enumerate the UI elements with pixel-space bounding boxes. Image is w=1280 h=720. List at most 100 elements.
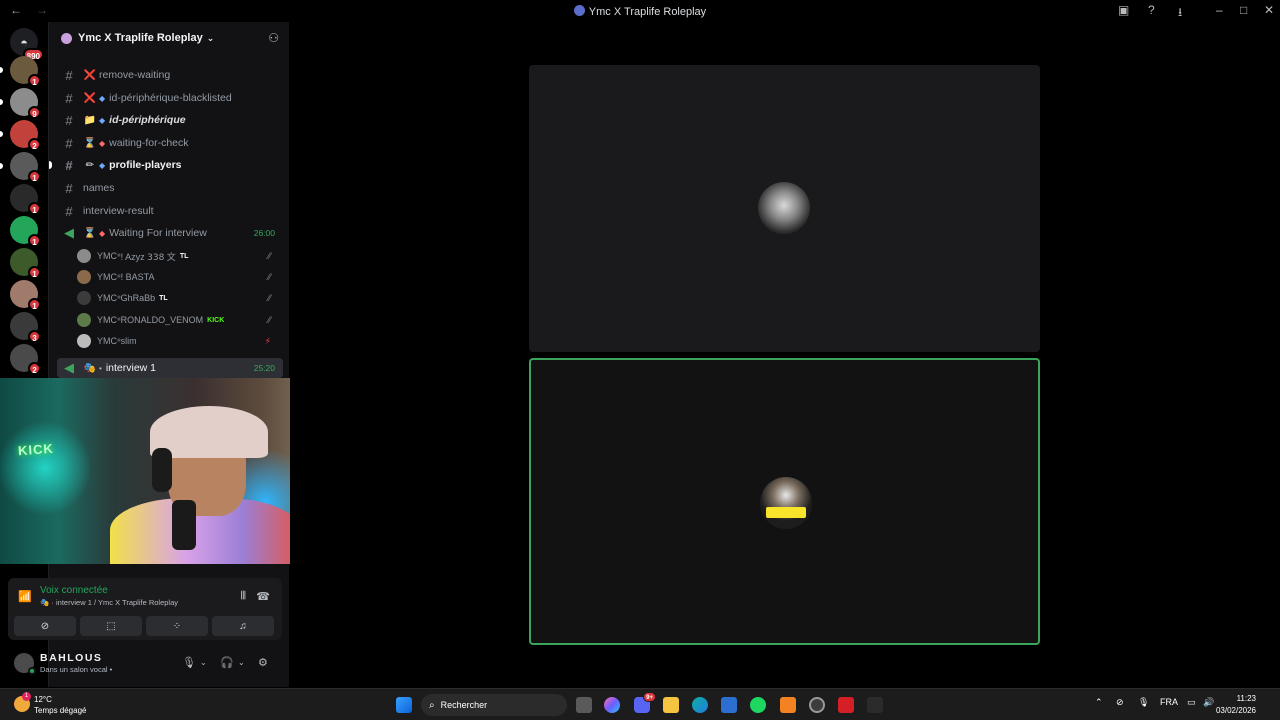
signal-icon[interactable]: 📶 [18, 590, 32, 603]
user-name: RONALDO_VENOM [120, 315, 204, 325]
voice-stage [290, 22, 1280, 687]
maximize-icon[interactable]: □ [1240, 3, 1247, 17]
back-arrow-icon[interactable]: ← [10, 3, 22, 17]
store-icon[interactable] [721, 697, 737, 713]
volume-icon[interactable]: 🔊 [1203, 697, 1214, 708]
camera-off-button[interactable]: ⊘ [14, 616, 76, 636]
edge-icon[interactable] [692, 697, 708, 713]
avatar [77, 249, 91, 263]
home-button[interactable]: ◓ 890 [10, 28, 44, 61]
activities-button[interactable]: ⁘ [146, 616, 208, 636]
user-prefix: YMC [97, 251, 117, 261]
discord-icon[interactable]: 9+ [634, 692, 656, 713]
server-icon[interactable]: 1 [10, 184, 41, 215]
monitor-icon[interactable]: ▭ [1187, 697, 1196, 708]
channel-emoji-icon: 📁 [83, 114, 97, 126]
hashtag-icon: # [65, 67, 73, 83]
channel-interview-result[interactable]: # interview-result [57, 201, 283, 221]
app-icon[interactable] [867, 697, 883, 713]
voice-user[interactable]: YMC ■ RONALDO_VENOM KICK ⁄⁄ [77, 310, 283, 330]
participant-tile[interactable] [529, 65, 1040, 352]
voice-status[interactable]: Voix connectée [40, 585, 108, 596]
server-icon[interactable]: 3 [10, 312, 41, 343]
server-icon [573, 5, 585, 16]
channel-names[interactable]: # names [57, 178, 283, 198]
microphone-icon[interactable]: 🎙 [1138, 697, 1149, 708]
screen-share-icon[interactable]: ▣ [1118, 3, 1129, 17]
server-icon[interactable]: 1 [10, 152, 41, 183]
search-placeholder: Rechercher [440, 700, 488, 710]
download-icon[interactable]: ⭳ [1178, 3, 1182, 24]
start-icon[interactable] [396, 697, 412, 713]
unread-indicator [0, 99, 3, 105]
noise-suppression-icon[interactable]: 𝄃𝄃 [241, 590, 246, 603]
user-prefix: YMC [97, 336, 117, 346]
hashtag-icon: # [65, 90, 73, 106]
voice-channel-waiting[interactable]: ◀ ⌛ ◆ Waiting For interview 26:00 [57, 223, 283, 243]
voice-user[interactable]: YMC ■ GhRaBb TL ⁄⁄ [77, 288, 283, 308]
username[interactable]: BAHLOUS [40, 652, 102, 664]
channel-profile-players[interactable]: # ✏ ◆ profile-players [49, 155, 283, 175]
file-explorer-icon[interactable] [663, 697, 679, 713]
server-header[interactable]: Ymc X Traplife Roleplay ⌄ ⚇ [49, 22, 289, 54]
server-icon[interactable]: 1 [10, 56, 41, 87]
disconnect-icon[interactable]: ☎ [256, 590, 270, 603]
avatar[interactable] [14, 653, 36, 675]
user-prefix: YMC [97, 272, 117, 282]
server-icon[interactable]: 1 [10, 280, 41, 311]
copilot-icon[interactable] [604, 697, 620, 713]
voice-user[interactable]: YMC ■ ! BASTA ⁄⁄ [77, 267, 283, 287]
chevron-down-icon: ⌄ [206, 32, 215, 43]
headphones-icon[interactable]: 🎧 [220, 656, 234, 669]
channel-name: remove-waiting [99, 69, 171, 81]
app-icon[interactable] [838, 697, 854, 713]
chevron-up-icon[interactable]: ⌃ [1095, 697, 1103, 708]
language-indicator[interactable]: FRA [1160, 697, 1178, 707]
channel-name: id-périphérique [109, 114, 186, 126]
no-wifi-icon[interactable]: ⊘ [1116, 697, 1124, 708]
hashtag-icon: # [65, 180, 73, 196]
voice-user[interactable]: YMC ■ slim ⚡ [77, 331, 283, 351]
channel-id-p-riph-rique-blacklisted[interactable]: # ❌ ◆ id-périphérique-blacklisted [57, 88, 283, 108]
chevron-down-icon[interactable]: ⌄ [200, 658, 207, 667]
server-icon[interactable]: 1 [10, 216, 41, 247]
clock[interactable]: 11:23 03/02/2026 [1216, 693, 1256, 717]
app-icon[interactable] [809, 697, 825, 713]
app-icon[interactable] [780, 697, 796, 713]
diamond-icon: ◆ [99, 93, 106, 103]
activities-icon: ⁘ [172, 620, 182, 632]
voice-user[interactable]: YMC ■ ! Azyz 𝟥𝟥𝟪 文 TL ⁄⁄ [77, 246, 283, 266]
user-name: ! Azyz 𝟥𝟥𝟪 文 [120, 251, 176, 262]
voice-location[interactable]: 🎭 · interview 1 / Ymc X Traplife Rolepla… [40, 598, 178, 607]
voice-channel-interview[interactable]: ◀ 🎭 • interview 1 25:20 [57, 358, 283, 378]
discord-badge: 9+ [643, 692, 656, 702]
forward-arrow-icon[interactable]: → [36, 3, 48, 17]
microphone [172, 500, 196, 550]
avatar [77, 291, 91, 305]
channel-waiting-for-check[interactable]: # ⌛ ◆ waiting-for-check [57, 133, 283, 153]
search-input[interactable]: ⌕ Rechercher [421, 694, 567, 716]
channel-remove-waiting[interactable]: # ❌ remove-waiting [57, 65, 283, 85]
task-view-icon[interactable] [576, 697, 592, 713]
close-icon[interactable]: ✕ [1264, 3, 1274, 17]
participant-tile-speaking[interactable] [529, 358, 1040, 645]
server-badge: 1 [28, 266, 41, 279]
server-icon[interactable]: 2 [10, 120, 41, 151]
invite-people-icon[interactable]: ⚇ [268, 31, 279, 45]
minimize-icon[interactable]: – [1216, 3, 1223, 17]
gear-icon[interactable]: ⚙ [258, 656, 268, 669]
screen-share-button[interactable]: ⬚ [80, 616, 142, 636]
hashtag-icon: # [65, 203, 73, 219]
chevron-down-icon[interactable]: ⌄ [238, 658, 245, 667]
server-icon[interactable]: 1 [10, 248, 41, 279]
microphone-icon[interactable]: 🎙 [182, 656, 196, 669]
help-icon[interactable]: ? [1148, 3, 1155, 17]
avatar [77, 270, 91, 284]
unread-indicator [0, 67, 3, 73]
server-icon[interactable]: 9 [10, 88, 41, 119]
channel-id-p-riph-rique[interactable]: # 📁 ◆ id-périphérique [57, 110, 283, 130]
soundboard-button[interactable]: ♫ [212, 616, 274, 636]
server-icon[interactable]: 2 [10, 344, 41, 375]
unread-indicator [0, 131, 3, 137]
spotify-icon[interactable] [750, 697, 766, 713]
